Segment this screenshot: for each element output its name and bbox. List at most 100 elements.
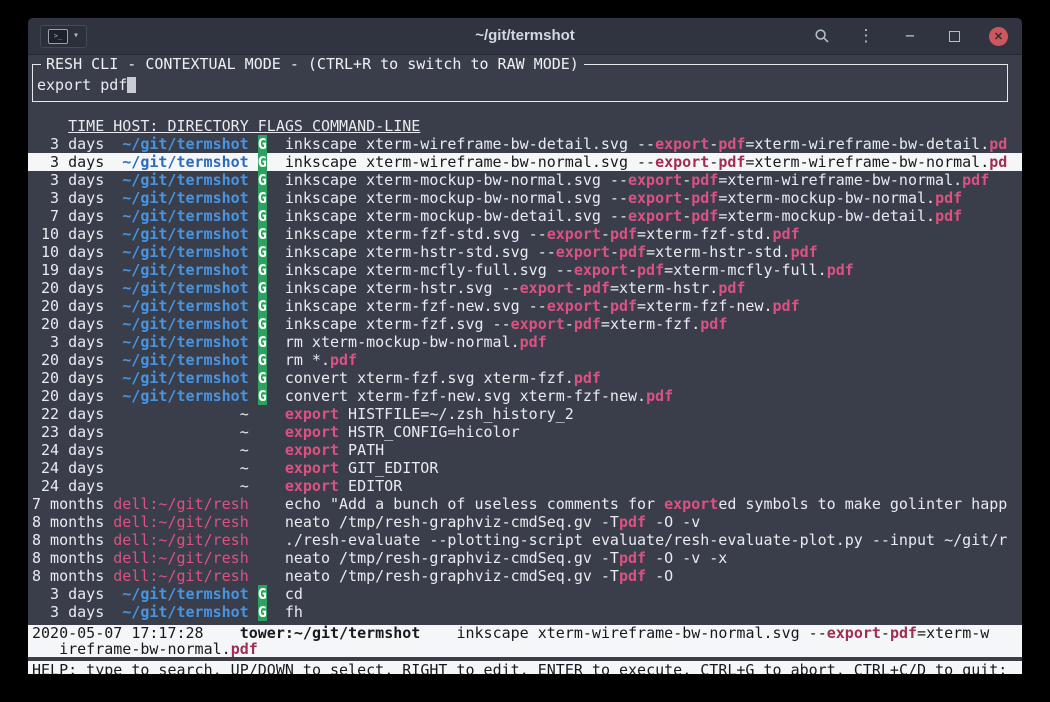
search-icon[interactable] (813, 27, 831, 45)
row-flags (258, 567, 267, 585)
row-time: 20 days (32, 315, 104, 333)
history-row[interactable]: 22 days ~ export HISTFILE=~/.zsh_history… (28, 405, 1022, 423)
row-command: ./resh-evaluate --plotting-script evalua… (285, 531, 1007, 549)
kebab-menu-icon[interactable]: ⋮ (857, 27, 875, 45)
row-host: dell:~/git/resh (113, 567, 248, 585)
row-host: dell:~/git/resh (113, 513, 248, 531)
history-row[interactable]: 8 months dell:~/git/resh ./resh-evaluate… (28, 531, 1022, 549)
history-row[interactable]: 10 days ~/git/termshot G inkscape xterm-… (28, 225, 1022, 243)
row-flags: G (258, 387, 267, 405)
row-command: convert xterm-fzf.svg xterm-fzf.pdf (285, 369, 601, 387)
row-time: 20 days (32, 279, 104, 297)
row-command: echo "Add a bunch of useless comments fo… (285, 495, 1007, 513)
close-button[interactable]: ✕ (989, 27, 1008, 46)
row-host: dell:~/git/resh (113, 549, 248, 567)
row-host: ~/git/termshot (113, 225, 248, 243)
row-time: 10 days (32, 243, 104, 261)
row-flags: G (258, 153, 267, 171)
history-row[interactable]: 3 days ~/git/termshot G inkscape xterm-w… (28, 135, 1022, 153)
terminal-new-tab-icon: >_ (48, 29, 68, 44)
new-tab-button[interactable]: >_ ▾ (40, 25, 87, 48)
history-row[interactable]: 20 days ~/git/termshot G inkscape xterm-… (28, 297, 1022, 315)
help-bar: HELP: type to search, UP/DOWN to select,… (28, 661, 1022, 674)
history-row[interactable]: 24 days ~ export PATH (28, 441, 1022, 459)
history-row[interactable]: 3 days ~/git/termshot G inkscape xterm-m… (28, 171, 1022, 189)
terminal-prompt-glyph: >_ (54, 33, 62, 40)
history-row[interactable]: 3 days ~/git/termshot G inkscape xterm-w… (28, 153, 1022, 171)
history-row[interactable]: 23 days ~ export HSTR_CONFIG=hicolor (28, 423, 1022, 441)
row-time: 3 days (32, 333, 104, 351)
row-host: ~/git/termshot (113, 261, 248, 279)
row-time: 3 days (32, 189, 104, 207)
history-row[interactable]: 7 days ~/git/termshot G inkscape xterm-m… (28, 207, 1022, 225)
row-time: 8 months (32, 513, 104, 531)
history-list: 3 days ~/git/termshot G inkscape xterm-w… (28, 135, 1022, 621)
row-flags: G (258, 261, 267, 279)
detail-date: 2020-05-07 17:17:28 (32, 625, 204, 641)
history-row[interactable]: 10 days ~/git/termshot G inkscape xterm-… (28, 243, 1022, 261)
row-command: cd (285, 585, 303, 603)
history-row[interactable]: 8 months dell:~/git/resh neato /tmp/resh… (28, 567, 1022, 585)
row-command: inkscape xterm-hstr-std.svg --export-pdf… (285, 243, 818, 261)
search-frame-title: RESH CLI - CONTEXTUAL MODE - (CTRL+R to … (41, 55, 584, 73)
row-time: 3 days (32, 135, 104, 153)
text-cursor (127, 77, 136, 93)
unmaximize-button[interactable] (945, 27, 963, 45)
row-command: inkscape xterm-mockup-bw-normal.svg --ex… (285, 189, 962, 207)
row-time: 7 months (32, 495, 104, 513)
desktop-background: ~/git/termshot >_ ▾ ⋮ − ✕ (0, 0, 1050, 702)
chevron-down-icon: ▾ (73, 31, 79, 41)
detail-host: tower:~/git/termshot (240, 625, 421, 641)
row-flags: G (258, 297, 267, 315)
row-host: ~/git/termshot (113, 333, 248, 351)
row-host: ~/git/termshot (113, 387, 248, 405)
row-command: rm *.pdf (285, 351, 357, 369)
row-command: inkscape xterm-mockup-bw-normal.svg --ex… (285, 171, 989, 189)
history-row[interactable]: 8 months dell:~/git/resh neato /tmp/resh… (28, 513, 1022, 531)
history-row[interactable]: 19 days ~/git/termshot G inkscape xterm-… (28, 261, 1022, 279)
history-row[interactable]: 7 months dell:~/git/resh echo "Add a bun… (28, 495, 1022, 513)
history-row[interactable]: 20 days ~/git/termshot G inkscape xterm-… (28, 315, 1022, 333)
history-row[interactable]: 20 days ~/git/termshot G inkscape xterm-… (28, 279, 1022, 297)
row-time: 20 days (32, 369, 104, 387)
history-row[interactable]: 20 days ~/git/termshot G rm *.pdf (28, 351, 1022, 369)
row-flags (258, 513, 267, 531)
row-flags (258, 405, 267, 423)
row-time: 22 days (32, 405, 104, 423)
row-flags: G (258, 333, 267, 351)
row-host: dell:~/git/resh (113, 495, 248, 513)
history-row[interactable]: 20 days ~/git/termshot G convert xterm-f… (28, 369, 1022, 387)
header-indent (32, 117, 68, 135)
row-command: neato /tmp/resh-graphviz-cmdSeq.gv -Tpdf… (285, 549, 728, 567)
row-time: 20 days (32, 297, 104, 315)
row-host: ~ (113, 459, 248, 477)
row-time: 24 days (32, 477, 104, 495)
history-row[interactable]: 3 days ~/git/termshot G inkscape xterm-m… (28, 189, 1022, 207)
history-row[interactable]: 3 days ~/git/termshot G rm xterm-mockup-… (28, 333, 1022, 351)
row-host: ~/git/termshot (113, 315, 248, 333)
row-time: 3 days (32, 585, 104, 603)
row-time: 8 months (32, 531, 104, 549)
row-time: 3 days (32, 603, 104, 621)
row-time: 3 days (32, 171, 104, 189)
row-flags (258, 459, 267, 477)
row-host: ~/git/termshot (113, 189, 248, 207)
table-header: TIME HOST: DIRECTORY FLAGS COMMAND-LINE (28, 117, 1022, 135)
history-row[interactable]: 3 days ~/git/termshot G cd (28, 585, 1022, 603)
terminal-content: RESH CLI - CONTEXTUAL MODE - (CTRL+R to … (28, 55, 1022, 674)
history-row[interactable]: 3 days ~/git/termshot G fh (28, 603, 1022, 621)
row-command: export HSTR_CONFIG=hicolor (285, 423, 520, 441)
row-flags: G (258, 171, 267, 189)
history-row[interactable]: 24 days ~ export EDITOR (28, 477, 1022, 495)
minimize-button[interactable]: − (901, 27, 919, 45)
row-time: 8 months (32, 567, 104, 585)
titlebar: ~/git/termshot >_ ▾ ⋮ − ✕ (28, 18, 1022, 55)
row-command: inkscape xterm-wireframe-bw-detail.svg -… (285, 135, 1007, 153)
history-row[interactable]: 20 days ~/git/termshot G convert xterm-f… (28, 387, 1022, 405)
row-host: ~ (113, 405, 248, 423)
history-row[interactable]: 8 months dell:~/git/resh neato /tmp/resh… (28, 549, 1022, 567)
history-row[interactable]: 24 days ~ export GIT_EDITOR (28, 459, 1022, 477)
row-flags (258, 531, 267, 549)
row-command: export GIT_EDITOR (285, 459, 439, 477)
row-host: ~/git/termshot (113, 207, 248, 225)
